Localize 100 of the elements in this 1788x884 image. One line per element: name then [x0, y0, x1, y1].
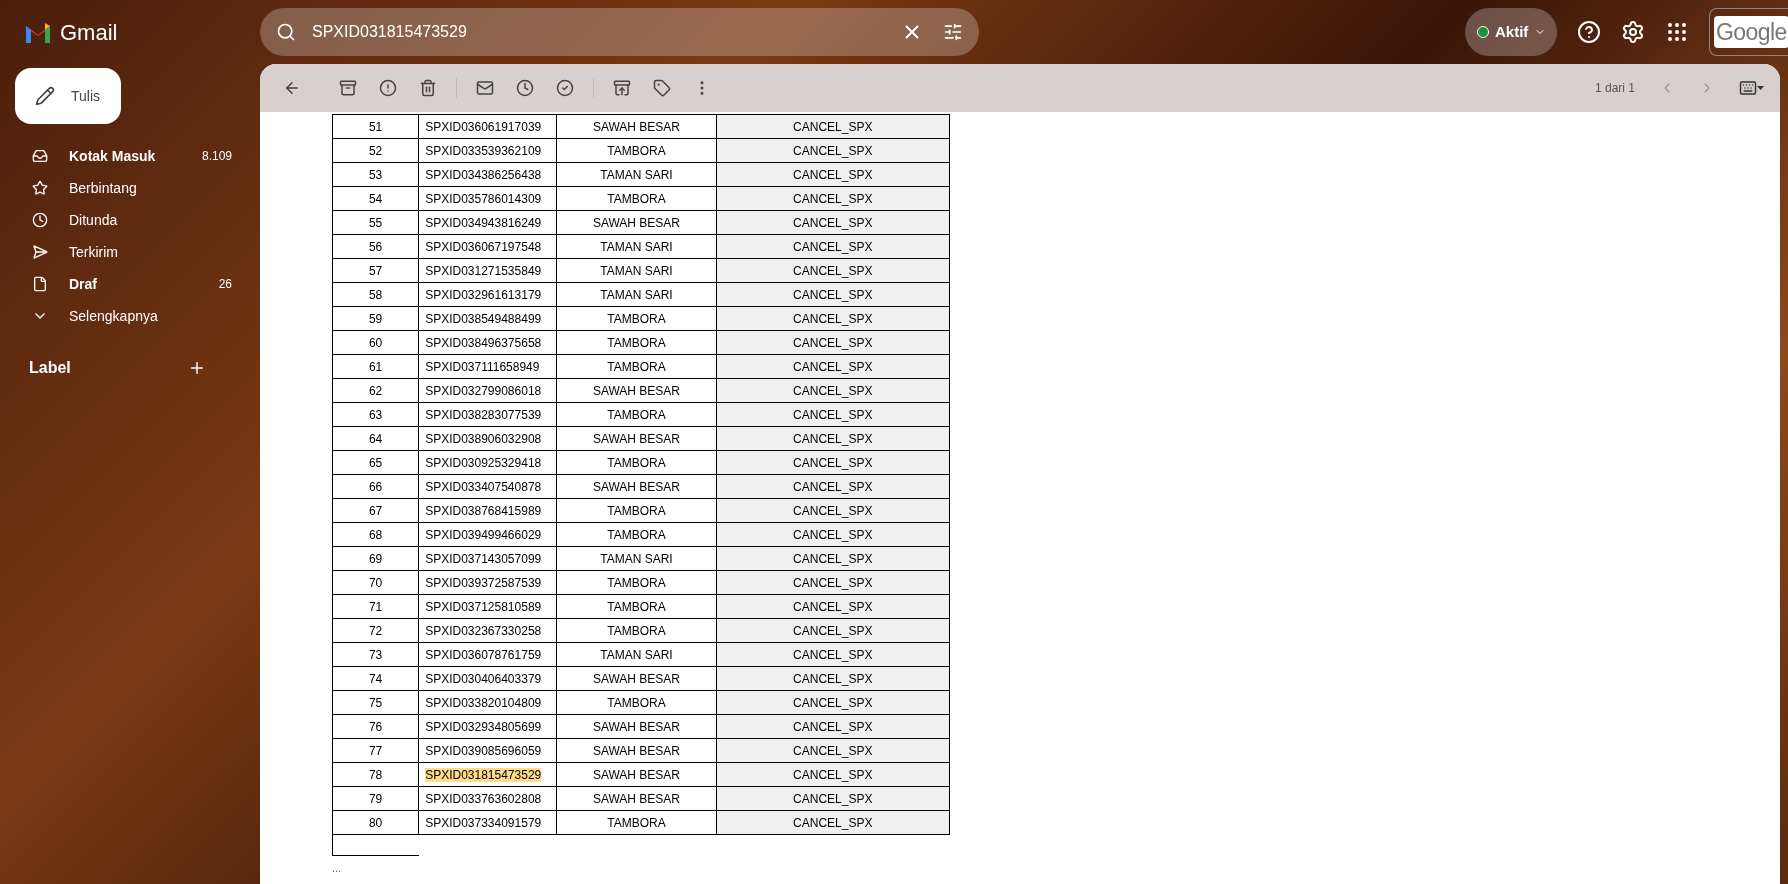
table-cell: CANCEL_SPX	[716, 714, 950, 739]
table-cell: SPXID031815473529	[425, 767, 542, 782]
help-icon[interactable]	[1577, 20, 1601, 44]
table-cell: SAWAH BESAR	[556, 210, 717, 235]
table-cell: SPXID036067197548	[425, 239, 542, 254]
table-cell: 76	[332, 714, 419, 739]
table-cell: 62	[332, 378, 419, 403]
table-cell: TAMBORA	[556, 186, 717, 211]
nav-item[interactable]: Terkirim	[0, 236, 244, 268]
table-cell: CANCEL_SPX	[716, 282, 950, 307]
table-cell: CANCEL_SPX	[716, 330, 950, 355]
nav-item[interactable]: Kotak Masuk 8.109	[0, 140, 244, 172]
add-label-icon[interactable]	[188, 359, 206, 377]
table-cell: SAWAH BESAR	[556, 426, 717, 451]
table-cell: CANCEL_SPX	[716, 498, 950, 523]
table-cell: SPXID038906032908	[425, 431, 542, 446]
table-cell: TAMBORA	[556, 690, 717, 715]
table-cell: SAWAH BESAR	[556, 474, 717, 499]
table-cell: CANCEL_SPX	[716, 354, 950, 379]
table-cell: SPXID031271535849	[425, 263, 542, 278]
table-cell: TAMBORA	[556, 618, 717, 643]
table-cell: TAMBORA	[556, 810, 717, 835]
table-cell: CANCEL_SPX	[716, 762, 950, 787]
table-cell: TAMAN SARI	[556, 234, 717, 259]
table-cell: SPXID037334091579	[425, 815, 542, 830]
status-button[interactable]: Aktif	[1465, 8, 1557, 56]
table-cell: SPXID037143057099	[425, 551, 542, 566]
table-cell: TAMAN SARI	[556, 258, 717, 283]
account-logo[interactable]: Google	[1709, 8, 1788, 56]
nav-item[interactable]: Berbintang	[0, 172, 244, 204]
table-cell: CANCEL_SPX	[716, 474, 950, 499]
table-cell: SPXID036061917039	[425, 119, 542, 134]
table-cell: CANCEL_SPX	[716, 594, 950, 619]
section-heading: Label	[29, 358, 71, 378]
trimmed-content-link[interactable]: ...	[332, 860, 342, 877]
gmail-logo-icon	[24, 21, 52, 43]
table-cell: 55	[332, 210, 419, 235]
table-cell: 70	[332, 570, 419, 595]
table-cell: 63	[332, 402, 419, 427]
table-cell: TAMBORA	[556, 306, 717, 331]
table-cell: 74	[332, 666, 419, 691]
table-cell: CANCEL_SPX	[716, 810, 950, 835]
table-cell: SPXID032799086018	[425, 383, 542, 398]
apps-grid-icon[interactable]	[1665, 20, 1689, 44]
settings-icon[interactable]	[1621, 20, 1645, 44]
table-cell: CANCEL_SPX	[716, 186, 950, 211]
table-cell: 56	[332, 234, 419, 259]
pencil-icon	[35, 86, 55, 106]
table-cell: TAMBORA	[556, 138, 717, 163]
table-cell: SPXID033539362109	[425, 143, 542, 158]
table-cell: 59	[332, 306, 419, 331]
table-cell: SAWAH BESAR	[556, 666, 717, 691]
table-cell: 80	[332, 810, 419, 835]
table-cell: CANCEL_SPX	[716, 114, 950, 139]
table-cell: TAMAN SARI	[556, 162, 717, 187]
table-cell: 71	[332, 594, 419, 619]
table-cell: CANCEL_SPX	[716, 450, 950, 475]
table-cell: SPXID030925329418	[425, 455, 542, 470]
table-cell: SPXID038283077539	[425, 407, 542, 422]
nav-item[interactable]: Selengkapnya	[0, 300, 244, 332]
table-cell: TAMBORA	[556, 594, 717, 619]
table-cell: 65	[332, 450, 419, 475]
compose-button[interactable]: Tulis	[15, 68, 121, 124]
table-cell: TAMAN SARI	[556, 546, 717, 571]
table-cell: SAWAH BESAR	[556, 714, 717, 739]
table-cell: 60	[332, 330, 419, 355]
table-cell: CANCEL_SPX	[716, 642, 950, 667]
table-cell: SPXID032934805699	[425, 719, 542, 734]
table-cell: 61	[332, 354, 419, 379]
keyboard-icon[interactable]	[1739, 79, 1764, 97]
table-cell: 64	[332, 426, 419, 451]
table-cell: CANCEL_SPX	[716, 258, 950, 283]
table-cell: CANCEL_SPX	[716, 786, 950, 811]
table-cell: TAMBORA	[556, 450, 717, 475]
table-cell: SPXID039085696059	[425, 743, 542, 758]
table-cell: SPXID035786014309	[425, 191, 542, 206]
table-cell: SAWAH BESAR	[556, 378, 717, 403]
table-cell: 54	[332, 186, 419, 211]
table-cell: TAMBORA	[556, 402, 717, 427]
table-cell: CANCEL_SPX	[716, 690, 950, 715]
table-cell: CANCEL_SPX	[716, 618, 950, 643]
table-cell: SAWAH BESAR	[556, 114, 717, 139]
table-cell: 58	[332, 282, 419, 307]
table-cell: SPXID032961613179	[425, 287, 542, 302]
table-cell: CANCEL_SPX	[716, 522, 950, 547]
table-cell: 79	[332, 786, 419, 811]
table-cell: SPXID034943816249	[425, 215, 542, 230]
table-cell: CANCEL_SPX	[716, 402, 950, 427]
table-cell: TAMBORA	[556, 498, 717, 523]
nav-item[interactable]: Draf 26	[0, 268, 244, 300]
table-cell: CANCEL_SPX	[716, 306, 950, 331]
table-cell: SPXID036078761759	[425, 647, 542, 662]
table-cell: 57	[332, 258, 419, 283]
table-cell: 78	[332, 762, 419, 787]
table-cell: SAWAH BESAR	[556, 738, 717, 763]
search-field[interactable]: SPXID031815473529	[260, 8, 979, 56]
nav-item[interactable]: Ditunda	[0, 204, 244, 236]
table-cell: CANCEL_SPX	[716, 546, 950, 571]
table-cell: SPXID037125810589	[425, 599, 542, 614]
table-cell: CANCEL_SPX	[716, 234, 950, 259]
